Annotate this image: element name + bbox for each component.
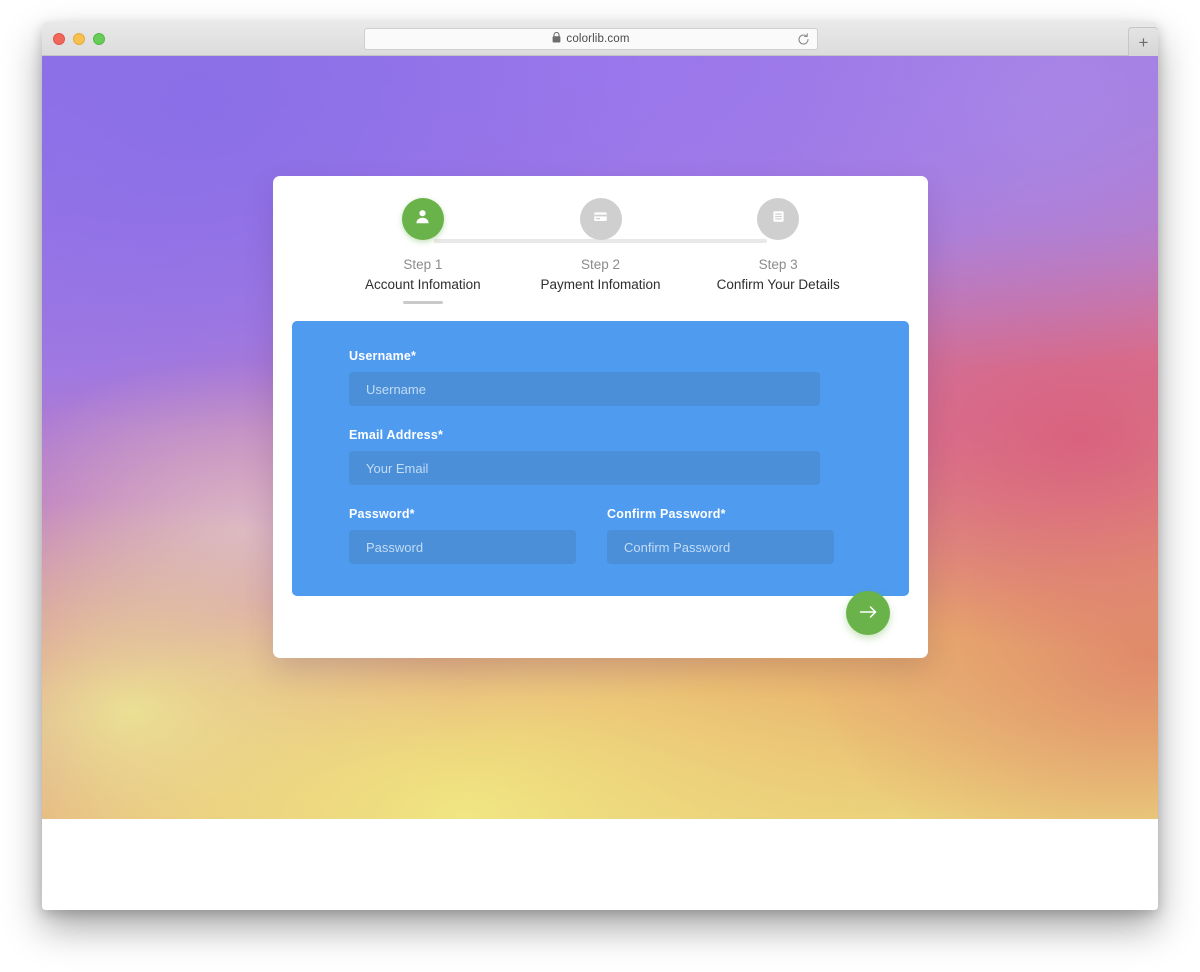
username-label: Username*: [349, 349, 417, 363]
arrow-right-icon: [859, 605, 878, 622]
new-tab-button[interactable]: +: [1128, 27, 1158, 56]
password-label: Password*: [349, 507, 415, 521]
close-window-button[interactable]: [53, 33, 65, 45]
user-icon: [414, 208, 431, 230]
step-2-number: Step 2: [580, 257, 621, 272]
email-input[interactable]: [349, 451, 820, 485]
email-field-group: Email Address*: [349, 428, 852, 485]
step-1-active-underline: [402, 301, 443, 304]
lock-icon: [552, 30, 561, 48]
browser-chrome-bar: colorlib.com +: [42, 22, 1158, 56]
address-bar[interactable]: colorlib.com: [364, 28, 818, 50]
step-3-title: Confirm Your Details: [716, 277, 840, 292]
password-field-group: Password*: [349, 507, 576, 564]
page-viewport: Step 1 Account Infomation Step 2 Payment…: [42, 56, 1158, 910]
step-1-title: Account Infomation: [365, 277, 481, 292]
next-step-button[interactable]: [846, 591, 890, 635]
address-bar-url: colorlib.com: [566, 33, 630, 45]
step-3-circle[interactable]: [757, 198, 800, 240]
step-3-number: Step 3: [758, 257, 798, 272]
step-1-number: Step 1: [403, 257, 443, 272]
account-information-form: Username* Email Address* Password*: [292, 321, 909, 596]
step-item-3[interactable]: Step 3 Confirm Your Details: [689, 198, 867, 304]
username-field-group: Username*: [349, 349, 852, 406]
step-item-1[interactable]: Step 1 Account Infomation: [334, 198, 512, 304]
minimize-window-button[interactable]: [73, 33, 85, 45]
password-input[interactable]: [349, 530, 576, 564]
step-list: Step 1 Account Infomation Step 2 Payment…: [273, 198, 928, 304]
wizard-card: Step 1 Account Infomation Step 2 Payment…: [273, 176, 928, 658]
browser-window: colorlib.com + Step 1 Account Infomation…: [42, 22, 1158, 910]
gradient-background: Step 1 Account Infomation Step 2 Payment…: [42, 56, 1158, 819]
confirm-password-input[interactable]: [607, 530, 834, 564]
page-footer-whitespace: [42, 819, 1158, 910]
reload-icon[interactable]: [797, 33, 810, 51]
confirm-password-field-group: Confirm Password*: [607, 507, 834, 564]
step-2-title: Payment Infomation: [540, 277, 661, 292]
username-input[interactable]: [349, 372, 820, 406]
window-controls: [53, 33, 105, 45]
step-1-circle[interactable]: [401, 198, 444, 240]
document-lines-icon: [770, 208, 787, 230]
step-item-2[interactable]: Step 2 Payment Infomation: [512, 198, 690, 304]
password-row: Password* Confirm Password*: [349, 507, 852, 564]
confirm-password-label: Confirm Password*: [607, 507, 726, 521]
step-indicator: Step 1 Account Infomation Step 2 Payment…: [273, 176, 928, 304]
zoom-window-button[interactable]: [93, 33, 105, 45]
email-label: Email Address*: [349, 428, 444, 442]
credit-card-icon: [592, 208, 609, 230]
step-2-circle[interactable]: [579, 198, 622, 240]
